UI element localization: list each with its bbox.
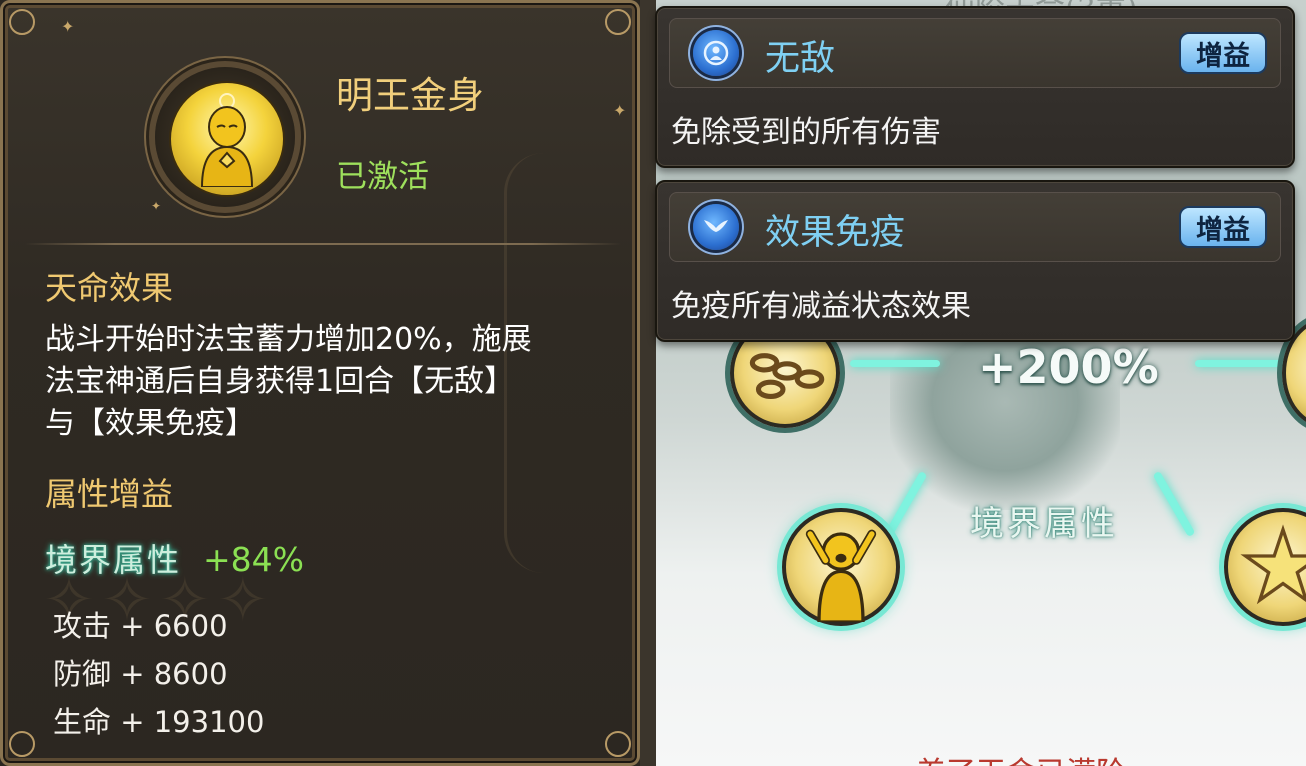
realm-attribute-value: +84% [203, 540, 305, 579]
item-name: 明王金身 [336, 74, 484, 117]
scene-bottom-text: 差了天命已满阶 [916, 748, 1126, 766]
scene-realm-label: 境界属性 [970, 504, 1118, 544]
buff-header: 效果免疫 增益 [669, 192, 1281, 262]
realm-attribute-row: 境界属性 +84% [45, 535, 304, 581]
item-status: 已激活 [336, 159, 429, 195]
buff-description: 免除受到的所有伤害 [671, 115, 941, 150]
buff-type-badge: 增益 [1179, 206, 1267, 248]
effect-section-title: 天命效果 [45, 269, 174, 307]
stat-health: 生命 + 193100 [53, 705, 265, 739]
corner-ornament [9, 9, 35, 35]
connection-line [850, 360, 940, 367]
corner-ornament [605, 9, 631, 35]
effect-line: 法宝神通后自身获得1回合【无敌】 [45, 364, 515, 399]
item-tooltip-panel: ✦ ✦ ✦ ✧✧✧✧ 明王金身 已激活 天命效果 战斗开始时法宝蓄力增加20%，… [0, 0, 640, 766]
effect-line: 战斗开始时法宝蓄力增加20%，施展 [45, 322, 532, 357]
shield-person-icon [693, 30, 739, 76]
buddha-figure-icon [169, 81, 285, 197]
stat-defense: 防御 + 8600 [53, 657, 228, 691]
sparkle-icon: ✦ [613, 101, 627, 120]
buff-header: 无敌 增益 [669, 18, 1281, 88]
sparkle-icon: ✦ [61, 17, 75, 36]
panel-gap [640, 0, 656, 766]
buff-name: 无敌 [765, 39, 836, 79]
destiny-bonus-value: +200% [978, 340, 1159, 394]
sparkle-icon: ✦ [151, 199, 162, 213]
realm-attribute-label: 境界属性 [45, 541, 182, 579]
divider [25, 243, 621, 245]
wings-icon [693, 204, 739, 250]
attribute-section-title: 属性增益 [45, 475, 174, 513]
effect-description: 战斗开始时法宝蓄力增加20%，施展 法宝神通后自身获得1回合【无敌】 与【效果免… [45, 319, 615, 445]
buff-type-badge: 增益 [1179, 32, 1267, 74]
buff-card-immunity: 效果免疫 增益 免疫所有减益状态效果 [655, 180, 1295, 342]
corner-ornament [9, 731, 35, 757]
cheering-figure-node-icon[interactable] [782, 508, 900, 626]
star-flower-node-icon[interactable] [1224, 508, 1306, 626]
effect-line: 与【效果免疫】 [45, 406, 255, 441]
corner-ornament [605, 731, 631, 757]
buff-card-invincible: 无敌 增益 免除受到的所有伤害 [655, 6, 1295, 168]
buff-description: 免疫所有减益状态效果 [671, 289, 971, 324]
connection-line [1195, 360, 1285, 367]
item-portrait-frame [155, 67, 295, 207]
connection-line [1152, 470, 1196, 538]
buff-name: 效果免疫 [765, 213, 906, 253]
stat-attack: 攻击 + 6600 [53, 609, 228, 643]
